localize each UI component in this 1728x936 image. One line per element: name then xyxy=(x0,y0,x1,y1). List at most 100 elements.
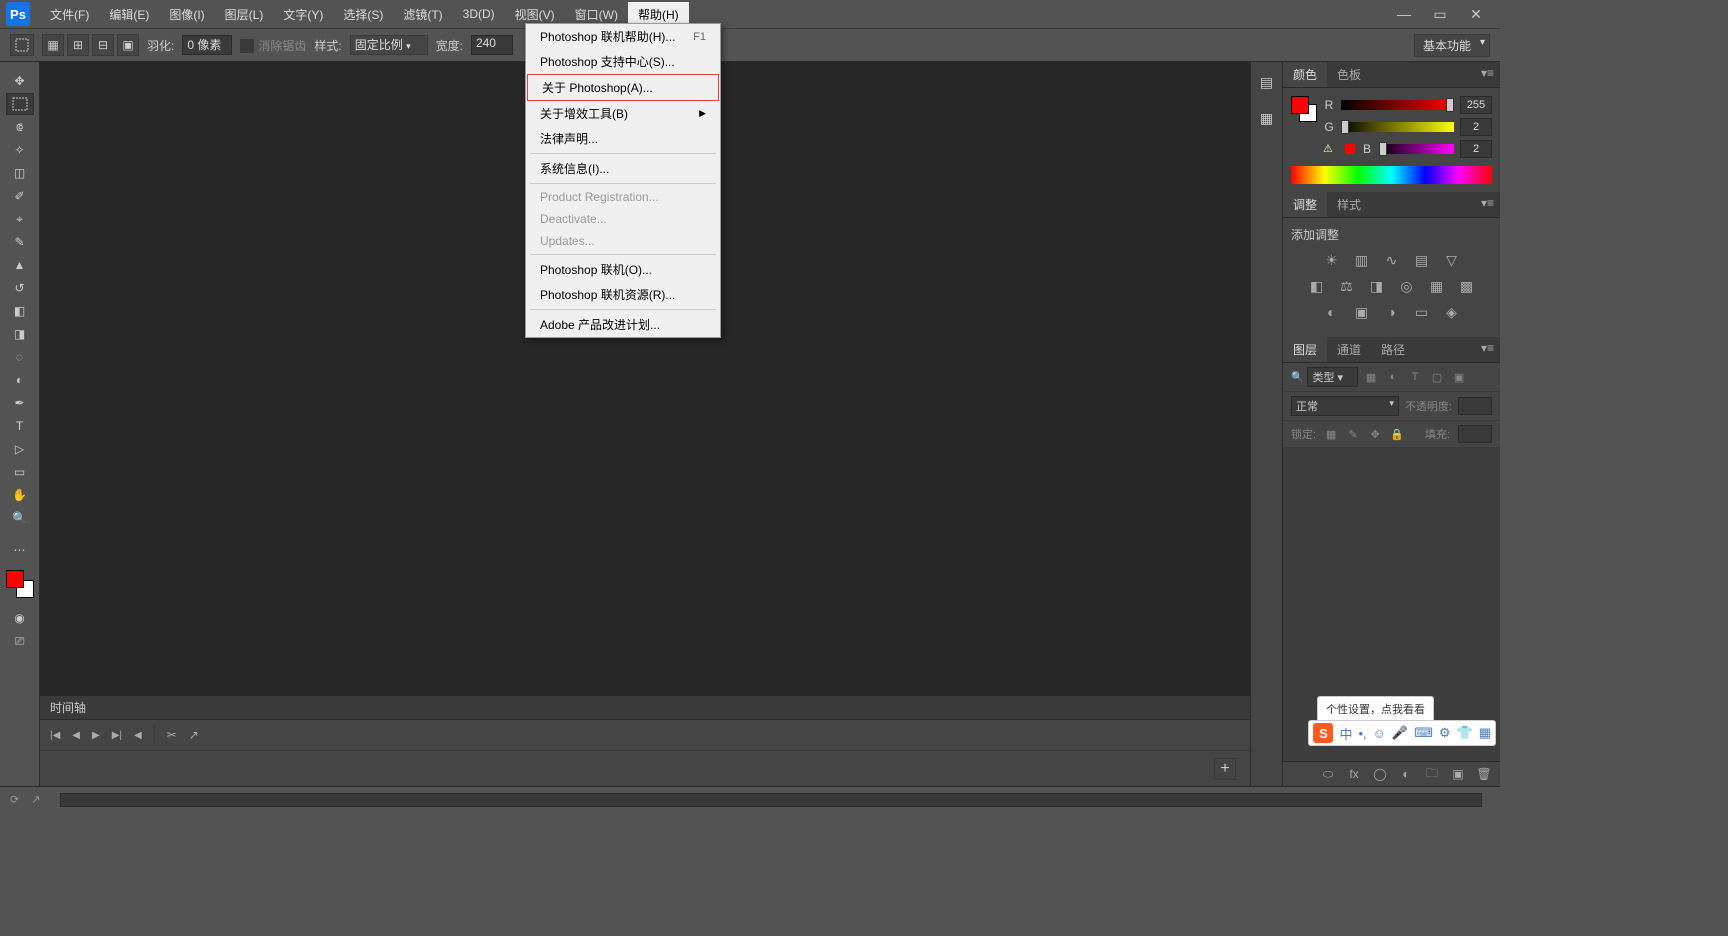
ellipsis-icon[interactable]: ⋯ xyxy=(6,539,34,561)
ime-bubble[interactable]: 个性设置，点我看看 xyxy=(1317,696,1434,722)
adj-bw-icon[interactable]: ◨ xyxy=(1368,277,1386,295)
add-mask-icon[interactable]: ◯ xyxy=(1372,766,1388,782)
menu-type[interactable]: 文字(Y) xyxy=(273,2,333,27)
color-swatches[interactable] xyxy=(6,570,34,598)
tab-color[interactable]: 颜色 xyxy=(1283,62,1327,87)
opacity-input[interactable] xyxy=(1458,397,1492,415)
ime-more-icon[interactable]: ▦ xyxy=(1479,725,1491,741)
g-slider[interactable] xyxy=(1341,122,1454,132)
help-online-help[interactable]: Photoshop 联机帮助(H)...F1 xyxy=(526,24,720,49)
status-share-icon[interactable]: ↗ xyxy=(31,793,40,806)
adj-gradient-map-icon[interactable]: ▭ xyxy=(1413,303,1431,321)
adj-photo-filter-icon[interactable]: ◎ xyxy=(1398,277,1416,295)
new-group-icon[interactable]: 🗀 xyxy=(1424,766,1440,782)
ime-punct-icon[interactable]: •, xyxy=(1358,726,1366,741)
selection-intersect-icon[interactable]: ▣ xyxy=(117,34,139,56)
feather-input[interactable]: 0 像素 xyxy=(182,35,232,55)
menu-3d[interactable]: 3D(D) xyxy=(453,3,505,25)
wand-tool-icon[interactable]: ✧ xyxy=(6,139,34,161)
menu-filter[interactable]: 滤镜(T) xyxy=(393,2,452,27)
tl-prev-icon[interactable]: ◀ xyxy=(72,730,80,741)
adj-balance-icon[interactable]: ⚖ xyxy=(1338,277,1356,295)
path-select-tool-icon[interactable]: ▷ xyxy=(6,438,34,460)
crop-tool-icon[interactable]: ◫ xyxy=(6,162,34,184)
layers-panel-menu-icon[interactable]: ▾≡ xyxy=(1475,337,1500,362)
width-input[interactable]: 240 xyxy=(471,35,513,55)
dodge-tool-icon[interactable]: ◐ xyxy=(6,369,34,391)
current-tool-icon[interactable] xyxy=(10,34,34,56)
adj-lookup-icon[interactable]: ▩ xyxy=(1458,277,1476,295)
tab-paths[interactable]: 路径 xyxy=(1371,337,1415,362)
ime-mic-icon[interactable]: 🎤 xyxy=(1392,725,1408,741)
quickmask-icon[interactable]: ◉ xyxy=(6,607,34,629)
tl-scissor-icon[interactable]: ✂ xyxy=(167,728,177,742)
adj-vibrance-icon[interactable]: ▽ xyxy=(1443,251,1461,269)
antialias-checkbox[interactable]: 消除锯齿 xyxy=(240,37,306,54)
screenmode-icon[interactable]: ⎚ xyxy=(6,630,34,652)
color-swatch-block[interactable] xyxy=(1291,96,1317,122)
ime-logo-icon[interactable]: S xyxy=(1313,723,1333,743)
lock-move-icon[interactable]: ✥ xyxy=(1368,427,1382,441)
shape-tool-icon[interactable]: ▭ xyxy=(6,461,34,483)
workspace-switcher[interactable]: 基本功能 xyxy=(1414,34,1490,57)
tab-adjustments[interactable]: 调整 xyxy=(1283,192,1327,217)
status-sync-icon[interactable]: ⟳ xyxy=(10,793,19,806)
menu-layer[interactable]: 图层(L) xyxy=(215,2,274,27)
layer-fx-icon[interactable]: fx xyxy=(1346,766,1362,782)
b-slider[interactable] xyxy=(1379,144,1454,154)
selection-subtract-icon[interactable]: ⊟ xyxy=(92,34,114,56)
lock-pixels-icon[interactable]: ▦ xyxy=(1324,427,1338,441)
properties-icon[interactable]: ▦ xyxy=(1257,108,1277,128)
minimize-button[interactable]: — xyxy=(1386,3,1422,25)
lock-position-icon[interactable]: ✎ xyxy=(1346,427,1360,441)
ime-settings-icon[interactable]: ⚙ xyxy=(1439,725,1451,741)
ime-toolbar[interactable]: S 中 •, ☺ 🎤 ⌨ ⚙ 👕 ▦ xyxy=(1308,720,1496,746)
new-layer-icon[interactable]: ▣ xyxy=(1450,766,1466,782)
adj-mixer-icon[interactable]: ▦ xyxy=(1428,277,1446,295)
filter-shape-icon[interactable]: ▢ xyxy=(1428,368,1446,386)
gamut-swatch[interactable] xyxy=(1345,144,1355,154)
status-scroll[interactable] xyxy=(60,793,1482,807)
gamut-warning-icon[interactable]: ⚠ xyxy=(1323,142,1337,156)
b-value[interactable]: 2 xyxy=(1460,140,1492,158)
menu-edit[interactable]: 编辑(E) xyxy=(99,2,159,27)
brush-tool-icon[interactable]: ✎ xyxy=(6,231,34,253)
move-tool-icon[interactable]: ✥ xyxy=(6,70,34,92)
gradient-tool-icon[interactable]: ◨ xyxy=(6,323,34,345)
menu-select[interactable]: 选择(S) xyxy=(333,2,393,27)
tab-layers[interactable]: 图层 xyxy=(1283,337,1327,362)
help-about-plugins[interactable]: 关于增效工具(B)▶ xyxy=(526,101,720,126)
adj-hue-icon[interactable]: ◧ xyxy=(1308,277,1326,295)
filter-smart-icon[interactable]: ▣ xyxy=(1450,368,1468,386)
delete-layer-icon[interactable]: 🗑 xyxy=(1476,766,1492,782)
timeline-title[interactable]: 时间轴 xyxy=(40,696,1250,720)
tl-next-icon[interactable]: ▶| xyxy=(112,730,122,741)
close-button[interactable]: ✕ xyxy=(1458,3,1494,25)
ime-emoji-icon[interactable]: ☺ xyxy=(1373,726,1386,741)
stamp-tool-icon[interactable]: ▲ xyxy=(6,254,34,276)
filter-type-icon[interactable]: T xyxy=(1406,368,1424,386)
history-icon[interactable]: ▤ xyxy=(1257,72,1277,92)
zoom-tool-icon[interactable]: 🔍 xyxy=(6,507,34,529)
help-support-center[interactable]: Photoshop 支持中心(S)... xyxy=(526,49,720,74)
help-system-info[interactable]: 系统信息(I)... xyxy=(526,156,720,181)
filter-adjust-icon[interactable]: ◐ xyxy=(1384,368,1402,386)
r-value[interactable]: 255 xyxy=(1460,96,1492,114)
hand-tool-icon[interactable]: ✋ xyxy=(6,484,34,506)
ime-keyboard-icon[interactable]: ⌨ xyxy=(1414,725,1433,741)
g-value[interactable]: 2 xyxy=(1460,118,1492,136)
foreground-swatch[interactable] xyxy=(6,570,24,588)
blend-mode-select[interactable]: 正常 ▾ xyxy=(1291,396,1399,416)
marquee-tool-icon[interactable] xyxy=(6,93,34,115)
blur-tool-icon[interactable]: ◌ xyxy=(6,346,34,368)
style-select[interactable]: 固定比例 ▾ xyxy=(350,35,428,55)
layers-filter-select[interactable]: 类型 ▾ xyxy=(1307,367,1358,387)
ime-skin-icon[interactable]: 👕 xyxy=(1457,725,1473,741)
lasso-tool-icon[interactable]: ⟃ xyxy=(6,116,34,138)
adj-selective-icon[interactable]: ◈ xyxy=(1443,303,1461,321)
tl-last-icon[interactable]: ◀ xyxy=(134,730,142,741)
pen-tool-icon[interactable]: ✒ xyxy=(6,392,34,414)
tl-first-icon[interactable]: |◀ xyxy=(50,730,60,741)
ime-lang-icon[interactable]: 中 xyxy=(1339,724,1352,743)
maximize-button[interactable]: ▭ xyxy=(1422,3,1458,25)
